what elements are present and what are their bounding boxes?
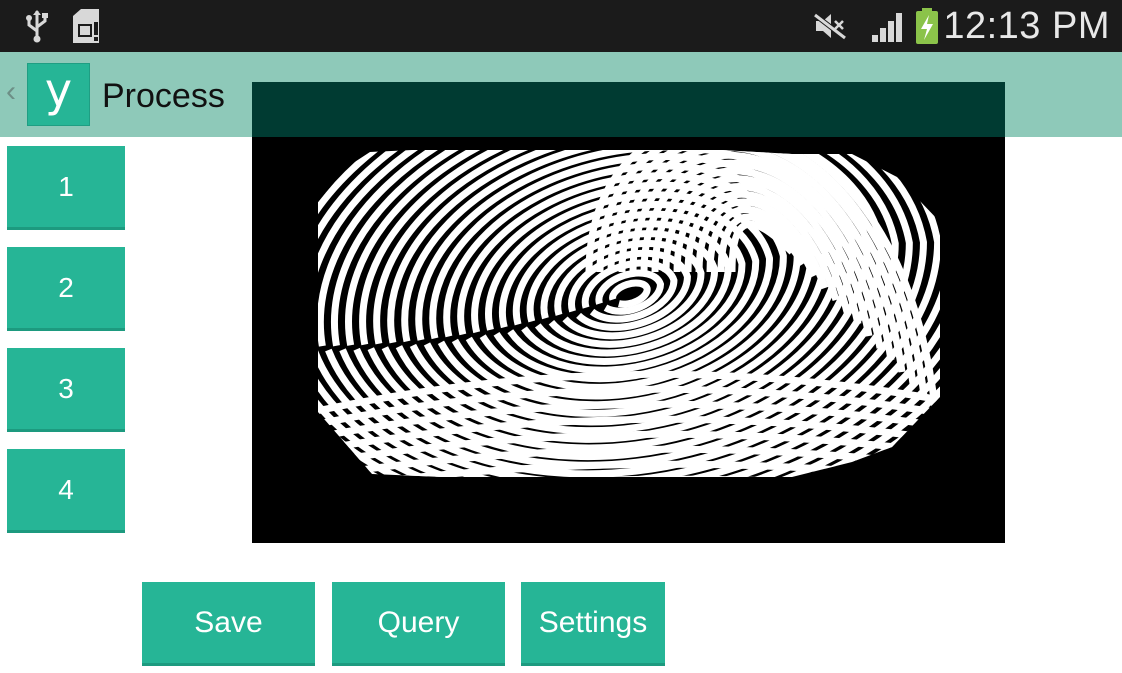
mute-icon <box>812 0 848 52</box>
save-button[interactable]: Save <box>142 582 315 666</box>
fingerprint-image <box>252 82 1005 543</box>
page-title: Process <box>102 77 225 115</box>
usb-icon <box>22 0 52 52</box>
app-logo[interactable]: y <box>27 63 90 126</box>
image-overlap-shade <box>252 82 1005 137</box>
battery-charging-icon <box>912 0 942 52</box>
button-1[interactable]: 1 <box>7 146 125 230</box>
sd-card-icon <box>70 0 104 52</box>
up-navigation-icon[interactable]: ‹ <box>6 72 16 112</box>
signal-icon <box>868 0 908 52</box>
status-time: 12:13 PM <box>943 5 1110 47</box>
button-2[interactable]: 2 <box>7 247 125 331</box>
status-bar: 12:13 PM <box>0 0 1122 52</box>
button-3[interactable]: 3 <box>7 348 125 432</box>
button-4[interactable]: 4 <box>7 449 125 533</box>
settings-button[interactable]: Settings <box>521 582 665 666</box>
query-button[interactable]: Query <box>332 582 505 666</box>
